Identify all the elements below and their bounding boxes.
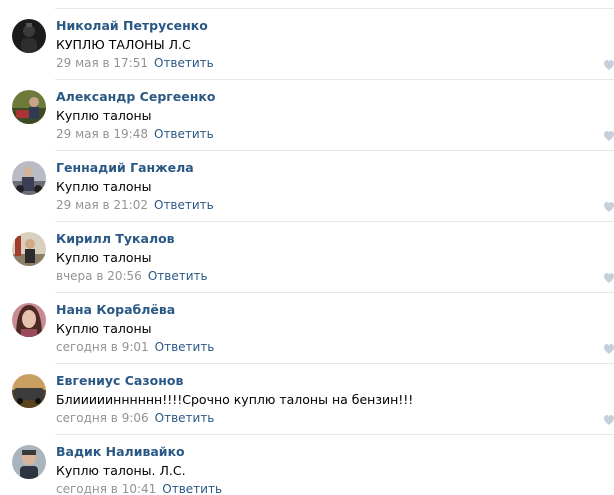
like-icon[interactable] xyxy=(604,343,614,355)
avatar[interactable] xyxy=(12,232,46,266)
comment-date[interactable]: сегодня в 9:06 xyxy=(56,411,149,425)
comment-meta: вчера в 20:56 Ответить xyxy=(56,269,208,283)
comment-meta: 29 мая в 21:02 Ответить xyxy=(56,198,214,212)
comment-meta: сегодня в 9:01 Ответить xyxy=(56,340,214,354)
comment-text: Куплю талоны xyxy=(56,179,152,194)
comment-date[interactable]: 29 мая в 17:51 xyxy=(56,56,148,70)
comment-meta: 29 мая в 19:48 Ответить xyxy=(56,127,214,141)
comment-item: Александр Сергеенко Куплю талоны 29 мая … xyxy=(0,80,614,151)
like-icon[interactable] xyxy=(604,272,614,284)
like-icon[interactable] xyxy=(604,201,614,213)
reply-button[interactable]: Ответить xyxy=(148,269,208,283)
reply-button[interactable]: Ответить xyxy=(154,56,214,70)
avatar[interactable] xyxy=(12,445,46,479)
comment-author-link[interactable]: Кирилл Тукалов xyxy=(56,231,175,246)
comment-text: Куплю талоны xyxy=(56,250,152,265)
comment-item: Кирилл Тукалов Куплю талоны вчера в 20:5… xyxy=(0,222,614,293)
comment-date[interactable]: 29 мая в 19:48 xyxy=(56,127,148,141)
comment-item: Николай Петрусенко КУПЛЮ ТАЛОНЫ Л.С 29 м… xyxy=(0,9,614,80)
reply-button[interactable]: Ответить xyxy=(155,411,215,425)
comment-author-link[interactable]: Евгениус Сазонов xyxy=(56,373,183,388)
comment-author-link[interactable]: Нана Кораблёва xyxy=(56,302,175,317)
comment-item: Геннадий Ганжела Куплю талоны 29 мая в 2… xyxy=(0,151,614,222)
comment-date[interactable]: сегодня в 10:41 xyxy=(56,482,156,495)
reply-button[interactable]: Ответить xyxy=(154,127,214,141)
comment-item: Нана Кораблёва Куплю талоны сегодня в 9:… xyxy=(0,293,614,364)
comment-date[interactable]: вчера в 20:56 xyxy=(56,269,142,283)
avatar[interactable] xyxy=(12,90,46,124)
comment-item: Евгениус Сазонов Блииииинннннн!!!!Срочно… xyxy=(0,364,614,435)
avatar[interactable] xyxy=(12,161,46,195)
comment-meta: сегодня в 10:41 Ответить xyxy=(56,482,222,495)
comments-feed: Николай Петрусенко КУПЛЮ ТАЛОНЫ Л.С 29 м… xyxy=(0,0,614,495)
comment-text: КУПЛЮ ТАЛОНЫ Л.С xyxy=(56,37,191,52)
comment-author-link[interactable]: Александр Сергеенко xyxy=(56,89,215,104)
avatar[interactable] xyxy=(12,303,46,337)
comment-text: Куплю талоны. Л.С. xyxy=(56,463,186,478)
comment-item: Вадик Наливайко Куплю талоны. Л.С. сегод… xyxy=(0,435,614,495)
comment-author-link[interactable]: Николай Петрусенко xyxy=(56,18,208,33)
comment-text: Блииииинннннн!!!!Срочно куплю талоны на … xyxy=(56,392,414,407)
reply-button[interactable]: Ответить xyxy=(155,340,215,354)
comment-meta: сегодня в 9:06 Ответить xyxy=(56,411,214,425)
comment-text: Куплю талоны xyxy=(56,321,152,336)
comment-author-link[interactable]: Геннадий Ганжела xyxy=(56,160,194,175)
comment-meta: 29 мая в 17:51 Ответить xyxy=(56,56,214,70)
comment-text: Куплю талоны xyxy=(56,108,152,123)
comment-date[interactable]: сегодня в 9:01 xyxy=(56,340,149,354)
avatar[interactable] xyxy=(12,19,46,53)
like-icon[interactable] xyxy=(604,59,614,71)
reply-button[interactable]: Ответить xyxy=(162,482,222,495)
avatar[interactable] xyxy=(12,374,46,408)
reply-button[interactable]: Ответить xyxy=(154,198,214,212)
comment-date[interactable]: 29 мая в 21:02 xyxy=(56,198,148,212)
like-icon[interactable] xyxy=(604,130,614,142)
like-icon[interactable] xyxy=(604,414,614,426)
comment-author-link[interactable]: Вадик Наливайко xyxy=(56,444,185,459)
